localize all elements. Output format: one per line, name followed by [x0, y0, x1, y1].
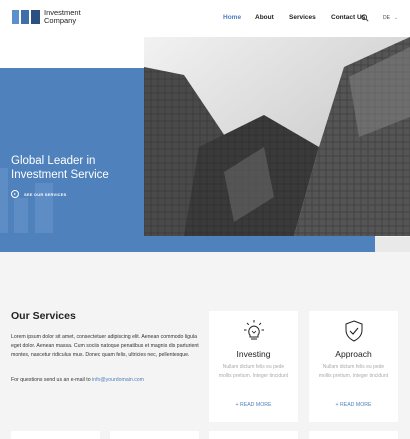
logo[interactable]: Investment Company: [12, 9, 81, 25]
read-more-link[interactable]: + READ MORE: [209, 402, 298, 408]
see-our-services-button[interactable]: SEE OUR SERVICES: [11, 190, 66, 198]
card-description: Nullam dictum felis eu pede mollis preti…: [318, 364, 389, 379]
card-title: Investing: [236, 349, 271, 359]
nav-about[interactable]: About: [255, 14, 275, 21]
logo-text: Investment Company: [44, 9, 81, 25]
play-circle-icon: [11, 190, 19, 198]
read-more-link[interactable]: + READ MORE: [309, 402, 398, 408]
hero-building-image: [144, 37, 410, 236]
main-nav: Home About Services Contact Us: [223, 14, 379, 21]
contact-email-link[interactable]: info@yourdomain.com: [92, 377, 144, 383]
service-card-partial: [309, 431, 398, 439]
nav-services[interactable]: Services: [289, 14, 317, 21]
card-title: Approach: [335, 349, 372, 359]
hero-top-left-whitespace: [0, 37, 144, 68]
service-card-partial: [110, 431, 199, 439]
services-contact: For questions send us an e-mail to info@…: [11, 377, 144, 383]
chevron-down-icon[interactable]: ⌄: [394, 15, 398, 21]
search-icon[interactable]: [361, 14, 369, 22]
site-header: Investment Company Home About Services C…: [0, 0, 410, 37]
hero-cta-label: SEE OUR SERVICES: [24, 191, 67, 197]
service-card-approach[interactable]: Approach Nullam dictum felis eu pede mol…: [309, 311, 398, 422]
shield-check-icon: [345, 320, 363, 342]
services-title: Our Services: [11, 310, 76, 322]
card-description: Nullam dictum felis eu pede mollis preti…: [218, 364, 289, 379]
services-description: Lorem ipsum dolor sit amet, consectetuer…: [11, 334, 199, 358]
service-card-investing[interactable]: Investing Nullam dictum felis eu pede mo…: [209, 311, 298, 422]
hero-strip: [375, 237, 410, 252]
service-card-partial: [11, 431, 100, 439]
service-card-partial: [209, 431, 298, 439]
language-selector[interactable]: DE: [383, 15, 390, 21]
logo-mark-icon: [12, 10, 40, 24]
contact-prefix: For questions send us an e-mail to: [11, 377, 93, 383]
nav-home[interactable]: Home: [223, 14, 241, 21]
hero-title: Global Leader in Investment Service: [11, 155, 109, 181]
lightbulb-icon: [244, 320, 264, 340]
logo-line-2: Company: [44, 16, 77, 25]
